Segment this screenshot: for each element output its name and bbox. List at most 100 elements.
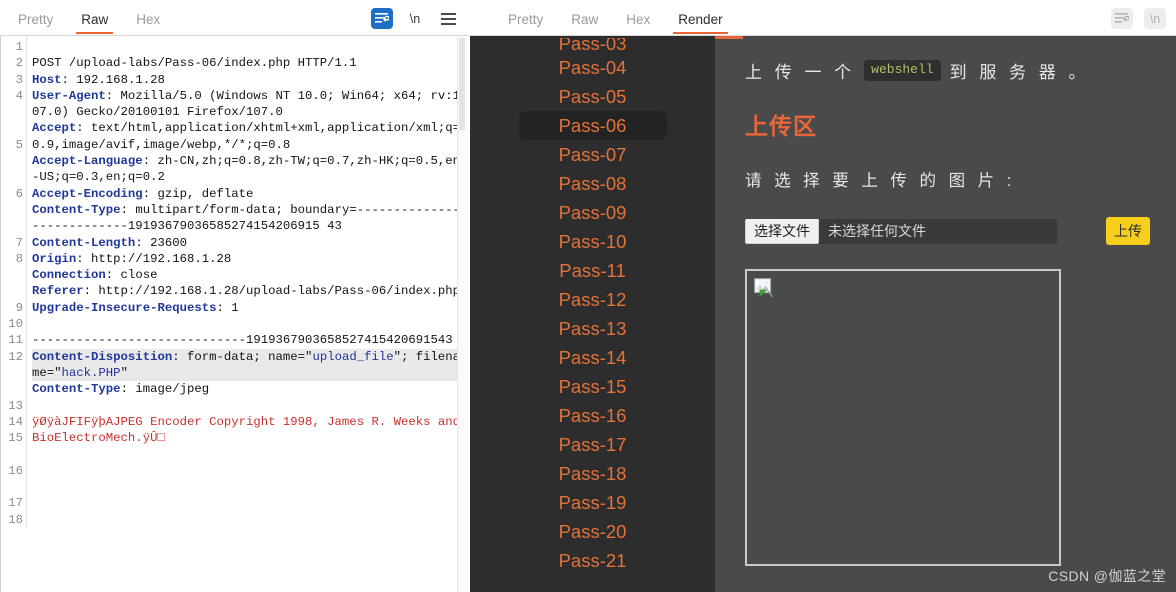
- upload-field-label: 请 选 择 要 上 传 的 图 片 :: [745, 172, 1016, 190]
- line-number: 4: [15, 88, 23, 103]
- choose-file-button[interactable]: 选择文件: [745, 218, 819, 244]
- newline-icon[interactable]: \n: [1144, 8, 1166, 29]
- nav-item-pass-11[interactable]: Pass-11: [470, 256, 715, 285]
- file-input[interactable]: 选择文件 未选择任何文件: [745, 218, 1057, 244]
- code-line: Accept-Language: zh-CN,zh;q=0.8,zh-TW;q=…: [32, 153, 466, 186]
- tab-response-pretty[interactable]: Pretty: [494, 8, 557, 35]
- csdn-watermark: CSDN @伽蓝之堂: [1048, 568, 1166, 584]
- header-name: Accept-Language: [32, 154, 143, 169]
- response-tabbar: Pretty Raw Hex Render \n: [470, 0, 1176, 36]
- header-name: Content-Length: [32, 235, 136, 250]
- tab-request-raw[interactable]: Raw: [67, 8, 122, 35]
- nav-item-pass-20[interactable]: Pass-20: [470, 517, 715, 546]
- header-name: Content-Type: [32, 382, 121, 397]
- line-number: 10: [8, 317, 23, 332]
- tab-response-render[interactable]: Render: [664, 8, 736, 35]
- tab-response-raw[interactable]: Raw: [557, 8, 612, 35]
- newline-icon[interactable]: \n: [404, 8, 426, 29]
- nav-item-pass-15[interactable]: Pass-15: [470, 372, 715, 401]
- request-line: POST /upload-labs/Pass-06/index.php HTTP…: [32, 56, 357, 71]
- nav-item-pass-04[interactable]: Pass-04: [470, 53, 715, 82]
- line-number: 8: [15, 251, 23, 266]
- header-value: : image/jpeg: [120, 382, 210, 397]
- nav-item-pass-07[interactable]: Pass-07: [470, 140, 715, 169]
- nav-item-pass-21[interactable]: Pass-21: [470, 546, 715, 575]
- nav-item-pass-03[interactable]: Pass-03: [470, 38, 715, 53]
- tab-response-hex[interactable]: Hex: [612, 8, 664, 35]
- code-line: POST /upload-labs/Pass-06/index.php HTTP…: [32, 55, 466, 71]
- nav-item-pass-18[interactable]: Pass-18: [470, 459, 715, 488]
- code-line: Upgrade-Insecure-Requests: 1: [32, 300, 466, 316]
- line-number: 3: [15, 72, 23, 87]
- request-raw-text[interactable]: POST /upload-labs/Pass-06/index.php HTTP…: [27, 36, 470, 528]
- upload-submit-button[interactable]: 上传: [1106, 217, 1150, 245]
- nav-item-pass-16[interactable]: Pass-16: [470, 401, 715, 430]
- nav-item-pass-14[interactable]: Pass-14: [470, 343, 715, 372]
- header-name: Referer: [32, 284, 84, 299]
- code-line: -----------------------------19193679036…: [32, 332, 466, 348]
- header-value: : 192.168.1.28: [61, 72, 165, 87]
- word-wrap-icon[interactable]: [1111, 8, 1133, 29]
- header-name: Content-Type: [32, 202, 121, 217]
- accent-bar: [715, 36, 743, 39]
- rendered-page-content: 上 传 一 个 webshell 到 服 务 器 。 上传区 请 选 择 要 上…: [715, 36, 1176, 592]
- broken-image-icon: [754, 278, 775, 298]
- code-line: Accept: text/html,application/xhtml+xml,…: [32, 120, 466, 153]
- nav-item-pass-10[interactable]: Pass-10: [470, 227, 715, 256]
- header-value: : http://192.168.1.28/upload-labs/Pass-0…: [83, 284, 461, 299]
- nav-item-pass-19[interactable]: Pass-19: [470, 488, 715, 517]
- nav-item-pass-12[interactable]: Pass-12: [470, 285, 715, 314]
- code-line: Accept-Encoding: gzip, deflate: [32, 186, 466, 202]
- response-tool-icons: \n: [1111, 8, 1176, 35]
- header-name: Upgrade-Insecure-Requests: [32, 300, 217, 315]
- intro-text-after: 到 服 务 器 。: [949, 63, 1090, 82]
- line-number: 16: [8, 463, 23, 478]
- line-number: 9: [15, 300, 23, 315]
- word-wrap-icon[interactable]: [371, 8, 393, 29]
- response-panel: Response Pretty Raw Hex Render \n: [470, 0, 1176, 592]
- upload-form: 选择文件 未选择任何文件 上传: [745, 217, 1176, 245]
- intro-text: 上 传 一 个 webshell 到 服 务 器 。: [745, 58, 1176, 83]
- nav-item-pass-17[interactable]: Pass-17: [470, 430, 715, 459]
- request-tool-icons: \n: [371, 8, 469, 35]
- header-value: : close: [105, 268, 158, 283]
- form-field-name: upload_file: [312, 349, 394, 364]
- header-value: ": [120, 365, 128, 380]
- code-line: Referer: http://192.168.1.28/upload-labs…: [32, 283, 466, 299]
- header-value: : form-data; name=": [172, 349, 313, 364]
- header-value: : 23600: [135, 235, 187, 250]
- line-number: 2: [15, 56, 23, 71]
- nav-item-pass-13[interactable]: Pass-13: [470, 314, 715, 343]
- request-raw-view[interactable]: 1 2 3 4 5 6 7 8 9 10 11 12 13 14 15 16 1: [0, 36, 470, 592]
- line-number: 17: [8, 496, 23, 511]
- selected-file-name: 未选择任何文件: [828, 223, 926, 239]
- header-value: : gzip, deflate: [142, 186, 254, 201]
- code-line: Content-Type: multipart/form-data; bound…: [32, 202, 466, 235]
- code-line: User-Agent: Mozilla/5.0 (Windows NT 10.0…: [32, 88, 466, 121]
- code-line: Origin: http://192.168.1.28: [32, 251, 466, 267]
- nav-item-pass-08[interactable]: Pass-08: [470, 169, 715, 198]
- line-number: 12: [8, 349, 23, 364]
- section-heading: 上传区: [745, 113, 817, 139]
- header-name: Origin: [32, 251, 77, 266]
- tab-request-pretty[interactable]: Pretty: [4, 8, 67, 35]
- header-value: : text/html,application/xhtml+xml,applic…: [32, 121, 461, 152]
- line-number: 11: [8, 333, 23, 348]
- code-line: Connection: close: [32, 267, 466, 283]
- hamburger-glyph: [440, 12, 456, 25]
- intro-text-before: 上 传 一 个: [745, 63, 856, 82]
- nav-item-pass-05[interactable]: Pass-05: [470, 82, 715, 111]
- header-name: User-Agent: [32, 88, 106, 103]
- menu-icon[interactable]: [437, 8, 459, 29]
- header-value: : 1: [216, 300, 239, 315]
- line-number: 14: [8, 414, 23, 429]
- nav-item-pass-09[interactable]: Pass-09: [470, 198, 715, 227]
- nav-item-pass-06[interactable]: Pass-06: [518, 111, 667, 140]
- tab-request-hex[interactable]: Hex: [122, 8, 174, 35]
- image-preview-frame: [745, 269, 1061, 566]
- header-value: : http://192.168.1.28: [76, 251, 232, 266]
- line-number-gutter: 1 2 3 4 5 6 7 8 9 10 11 12 13 14 15 16 1: [1, 36, 27, 528]
- header-name: Accept-Encoding: [32, 186, 143, 201]
